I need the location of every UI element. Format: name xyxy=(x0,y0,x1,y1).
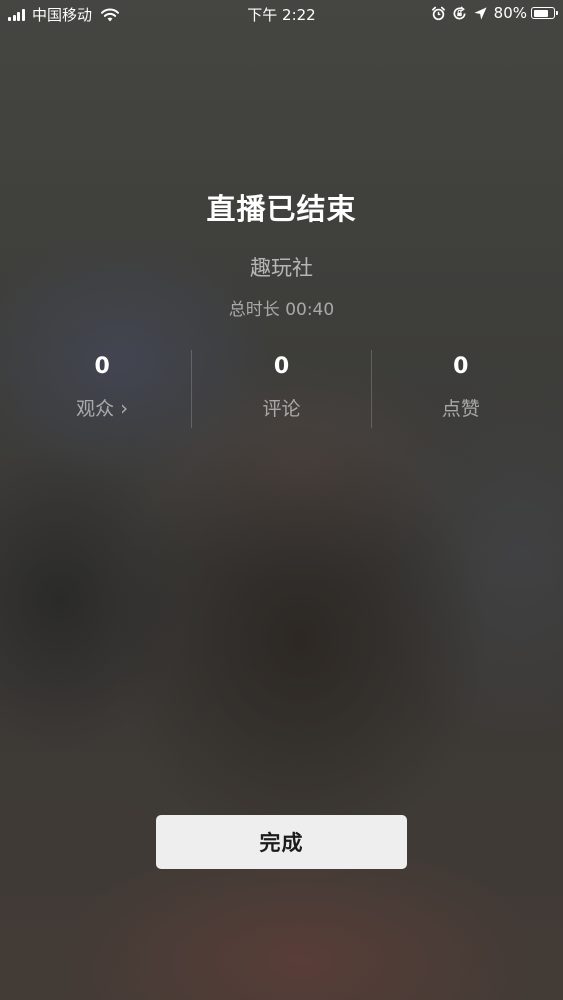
stat-comments: 0 评论 xyxy=(191,350,370,428)
location-arrow-icon xyxy=(474,6,487,20)
done-button[interactable]: 完成 xyxy=(156,815,407,869)
live-ended-title: 直播已结束 xyxy=(206,192,357,226)
chevron-right-icon: › xyxy=(120,395,129,420)
battery-percent: 80% xyxy=(493,4,527,22)
alarm-icon xyxy=(431,6,445,20)
viewers-count: 0 xyxy=(94,354,110,379)
viewers-label: 观众 xyxy=(76,398,115,420)
comments-count: 0 xyxy=(273,354,290,379)
live-ended-screen: 中国移动 下午 2:22 80% 直播已结束 趣玩社 总时长 00:40 0 观… xyxy=(0,0,563,1000)
battery-fill xyxy=(533,9,548,17)
status-bar: 中国移动 下午 2:22 80% xyxy=(0,0,563,28)
battery-icon xyxy=(531,7,558,19)
viewers-label-group[interactable]: 观众 › xyxy=(76,394,128,421)
stat-viewers[interactable]: 0 观众 › xyxy=(13,350,191,428)
battery-nub xyxy=(556,11,558,15)
stats-row: 0 观众 › 0 评论 0 点赞 xyxy=(13,350,550,428)
status-bar-right: 80% xyxy=(431,4,558,22)
live-duration: 总时长 00:40 xyxy=(228,300,335,320)
comments-label: 评论 xyxy=(262,398,301,420)
likes-count: 0 xyxy=(453,354,469,379)
host-name: 趣玩社 xyxy=(250,256,313,280)
likes-label: 点赞 xyxy=(441,398,480,420)
stat-likes: 0 点赞 xyxy=(370,350,550,428)
orientation-lock-icon xyxy=(453,5,466,19)
